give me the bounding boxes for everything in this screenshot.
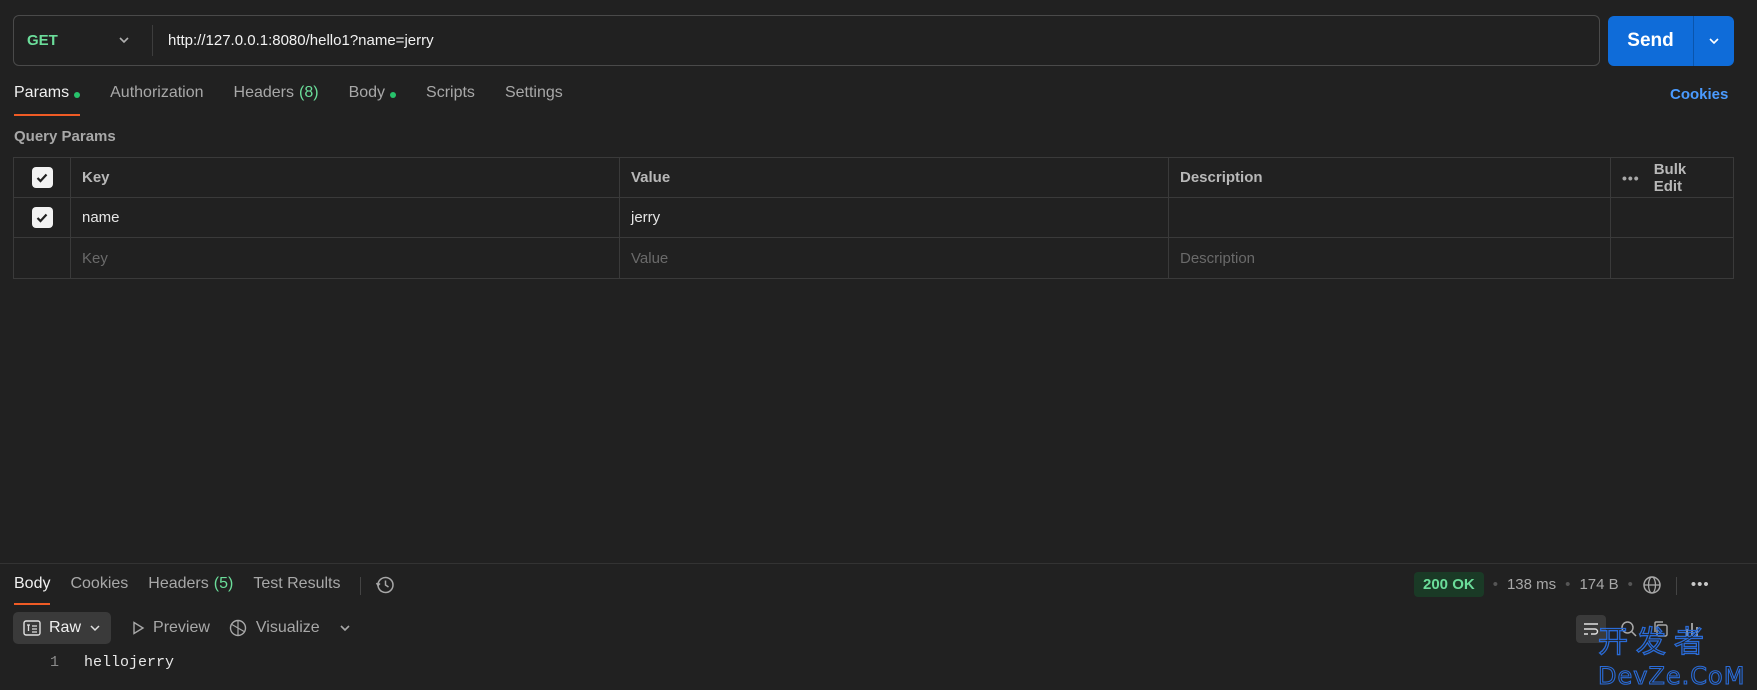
play-icon xyxy=(133,621,145,635)
request-bar: GET http://127.0.0.1:8080/hello1?name=je… xyxy=(13,15,1600,66)
raw-label: Raw xyxy=(49,619,82,636)
method-select[interactable]: GET xyxy=(14,16,152,65)
more-options-icon[interactable]: ••• xyxy=(1622,170,1640,186)
tab-label: Headers xyxy=(233,84,294,101)
tab-body[interactable]: Body xyxy=(348,84,397,116)
new-value-input[interactable]: Value xyxy=(620,238,1169,278)
preview-label: Preview xyxy=(153,619,210,636)
more-options-icon[interactable]: ••• xyxy=(1691,576,1710,593)
check-icon xyxy=(36,213,48,223)
cookies-link[interactable]: Cookies xyxy=(1670,86,1728,103)
new-description-input[interactable]: Description xyxy=(1169,238,1611,278)
check-icon xyxy=(36,173,48,183)
section-title: Query Params xyxy=(14,128,116,145)
bulk-edit-cell: ••• Bulk Edit xyxy=(1611,158,1733,197)
visualize-button[interactable]: Visualize xyxy=(228,618,320,638)
watermark-logo: 开发者 DevZe.CoM xyxy=(1597,624,1745,690)
tab-label: Params xyxy=(14,84,70,101)
response-size[interactable]: 174 B xyxy=(1579,576,1618,593)
tab-params[interactable]: Params xyxy=(14,84,81,116)
tab-authorization[interactable]: Authorization xyxy=(110,84,203,116)
tab-test-results[interactable]: Test Results xyxy=(253,575,340,605)
separator-dot: • xyxy=(1627,576,1633,593)
request-tabs: Params Authorization Headers (8) Body Scr… xyxy=(14,84,593,116)
code-line: hellojerry xyxy=(84,654,175,671)
chevron-down-icon xyxy=(119,37,129,44)
history-icon[interactable] xyxy=(375,575,395,595)
param-key-input[interactable]: name xyxy=(71,198,620,237)
separator-dot: • xyxy=(1565,576,1571,593)
response-time[interactable]: 138 ms xyxy=(1507,576,1556,593)
tab-response-cookies[interactable]: Cookies xyxy=(70,575,128,605)
row-check-cell xyxy=(14,238,71,278)
send-options-button[interactable] xyxy=(1693,16,1734,66)
chevron-down-icon xyxy=(1709,38,1719,45)
table-row: name jerry xyxy=(14,198,1733,238)
status-dot xyxy=(390,92,397,98)
select-all-cell xyxy=(14,158,71,197)
status-badge[interactable]: 200 OK xyxy=(1414,572,1484,597)
watermark-text-bottom: DevZe.CoM xyxy=(1598,662,1745,690)
tab-label: Settings xyxy=(504,84,563,101)
preview-button[interactable]: Preview xyxy=(131,619,210,637)
bulk-edit-link[interactable]: Bulk Edit xyxy=(1654,161,1718,195)
row-check-cell xyxy=(14,198,71,237)
raw-format-select[interactable]: Raw xyxy=(13,612,112,644)
new-key-input[interactable]: Key xyxy=(71,238,620,278)
line-number: 1 xyxy=(49,654,59,671)
response-divider xyxy=(0,563,1757,564)
response-status: 200 OK • 138 ms • 174 B • ••• xyxy=(1414,572,1710,597)
tab-label: Headers xyxy=(148,575,209,592)
tab-settings[interactable]: Settings xyxy=(505,84,563,116)
tab-label: Body xyxy=(348,84,386,101)
visualize-icon xyxy=(229,619,247,637)
divider xyxy=(360,577,362,595)
status-dot xyxy=(74,92,81,98)
chevron-down-icon xyxy=(90,625,100,632)
column-header-description: Description xyxy=(1169,158,1611,197)
tab-headers[interactable]: Headers (8) xyxy=(234,84,319,116)
globe-icon[interactable] xyxy=(1642,575,1662,595)
param-value-input[interactable]: jerry xyxy=(620,198,1169,237)
row-checkbox[interactable] xyxy=(31,207,53,228)
row-extra-cell xyxy=(1611,238,1733,278)
method-label: GET xyxy=(27,32,58,49)
column-header-value: Value xyxy=(620,158,1169,197)
tab-response-body[interactable]: Body xyxy=(14,575,51,605)
tab-count: (8) xyxy=(299,84,319,101)
chevron-down-icon[interactable] xyxy=(338,621,352,635)
response-body-editor[interactable]: 1 hellojerry xyxy=(0,654,174,671)
tab-scripts[interactable]: Scripts xyxy=(426,84,475,116)
response-tabs: Body Cookies Headers (5) Test Results xyxy=(14,575,395,605)
select-all-checkbox[interactable] xyxy=(31,167,53,188)
params-table: Key Value Description ••• Bulk Edit name… xyxy=(13,157,1734,279)
watermark-text-top: 开发者 xyxy=(1598,625,1712,660)
url-input[interactable]: http://127.0.0.1:8080/hello1?name=jerry xyxy=(153,32,434,49)
send-group: Send xyxy=(1608,16,1734,66)
tab-response-headers[interactable]: Headers (5) xyxy=(148,575,233,605)
row-extra-cell xyxy=(1611,198,1733,237)
send-button[interactable]: Send xyxy=(1608,16,1693,66)
tab-label: Scripts xyxy=(426,84,475,101)
column-header-key: Key xyxy=(71,158,620,197)
table-row-empty: Key Value Description xyxy=(14,238,1733,278)
divider xyxy=(1675,576,1677,595)
response-view-bar: Raw Preview Visualize xyxy=(13,612,352,644)
separator-dot: • xyxy=(1492,576,1498,593)
tab-count: (5) xyxy=(213,575,234,592)
text-format-icon xyxy=(23,620,41,636)
tab-label: Authorization xyxy=(110,84,204,101)
param-description-input[interactable] xyxy=(1169,198,1611,237)
table-header-row: Key Value Description ••• Bulk Edit xyxy=(14,158,1733,198)
visualize-label: Visualize xyxy=(255,619,320,636)
